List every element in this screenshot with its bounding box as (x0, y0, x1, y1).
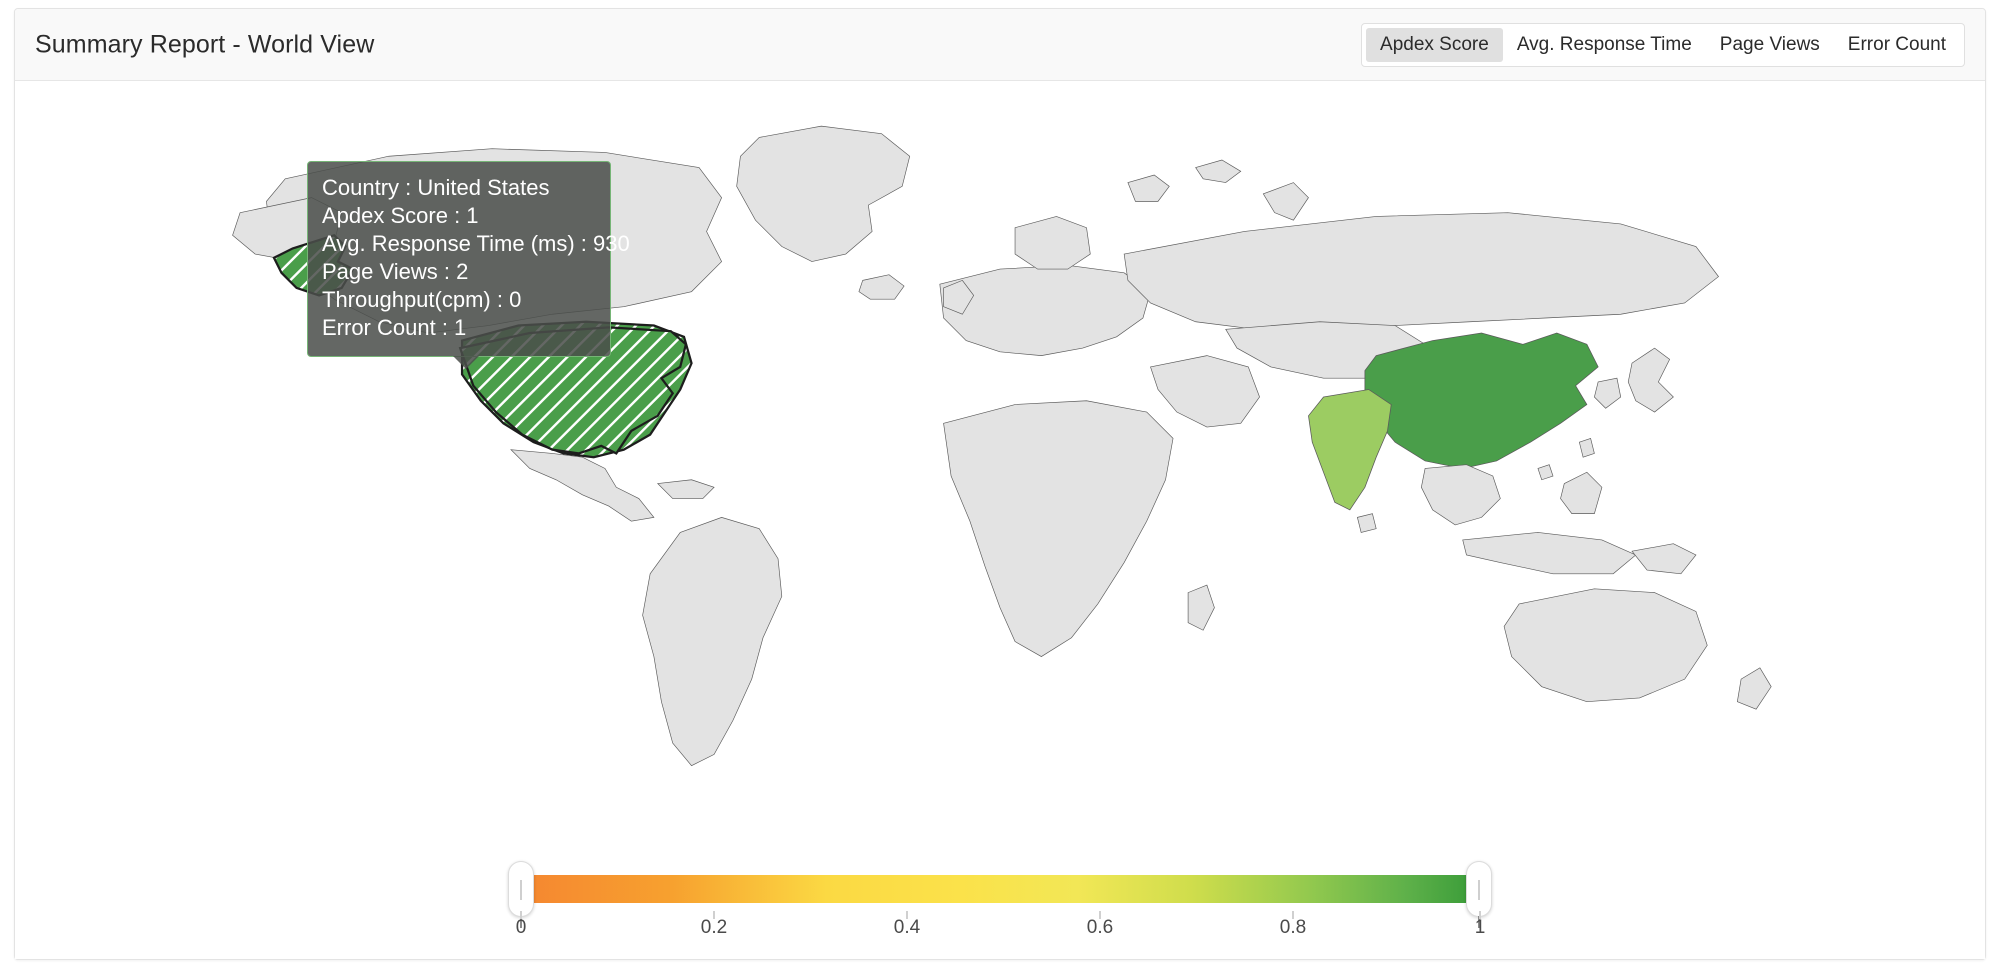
summary-report-panel: Summary Report - World View Apdex Score … (14, 8, 1986, 960)
country-new-zealand[interactable] (1737, 668, 1771, 709)
country-taiwan[interactable] (1579, 438, 1594, 457)
region-caribbean[interactable] (658, 480, 714, 499)
region-korea[interactable] (1594, 378, 1620, 408)
country-madagascar[interactable] (1188, 585, 1214, 630)
country-iceland[interactable] (859, 275, 904, 299)
world-map-svg[interactable] (15, 81, 1985, 871)
legend-inner: 0 0.2 0.4 0.6 0.8 1 (508, 861, 1492, 931)
map-area: Country : United States Apdex Score : 1 … (15, 81, 1985, 959)
country-australia[interactable] (1504, 589, 1707, 702)
page-title: Summary Report - World View (35, 30, 374, 59)
country-japan[interactable] (1628, 348, 1673, 412)
country-indonesia[interactable] (1463, 532, 1636, 573)
legend-gradient-bar[interactable] (518, 875, 1482, 903)
tab-avg-response-time[interactable]: Avg. Response Time (1503, 28, 1706, 62)
color-scale-legend: 0 0.2 0.4 0.6 0.8 1 (15, 861, 1985, 931)
world-map[interactable] (15, 81, 1985, 871)
legend-label-0-2: 0.2 (701, 917, 727, 939)
metric-tab-group: Apdex Score Avg. Response Time Page View… (1361, 23, 1965, 67)
country-india[interactable] (1308, 389, 1391, 509)
legend-max-handle[interactable] (1466, 861, 1492, 917)
region-arctic-islands[interactable] (1196, 160, 1241, 183)
country-china[interactable] (1365, 333, 1598, 468)
island-hainan[interactable] (1538, 465, 1553, 480)
region-southeast-asia[interactable] (1421, 465, 1500, 525)
continent-africa[interactable] (944, 401, 1173, 657)
tab-apdex-score[interactable]: Apdex Score (1366, 28, 1503, 62)
legend-label-1: 1 (1475, 917, 1486, 939)
legend-label-0: 0 (516, 917, 527, 939)
region-svalbard[interactable] (1128, 175, 1169, 201)
legend-label-0-8: 0.8 (1280, 917, 1306, 939)
country-united-states-mainland[interactable] (460, 327, 686, 453)
country-papua-new-guinea[interactable] (1632, 544, 1696, 574)
region-middle-east[interactable] (1150, 356, 1259, 427)
country-greenland[interactable] (737, 126, 910, 261)
legend-label-0-4: 0.4 (894, 917, 920, 939)
country-sri-lanka[interactable] (1357, 514, 1376, 533)
tab-error-count[interactable]: Error Count (1834, 28, 1960, 62)
countries-layer (233, 126, 1772, 766)
country-mexico[interactable] (511, 450, 654, 521)
country-philippines[interactable] (1561, 472, 1602, 513)
legend-min-handle[interactable] (508, 861, 534, 917)
continent-south-america[interactable] (643, 517, 782, 765)
continent-europe[interactable] (940, 265, 1151, 355)
region-novaya-zemlya[interactable] (1263, 183, 1308, 221)
panel-header: Summary Report - World View Apdex Score … (15, 9, 1985, 81)
legend-label-0-6: 0.6 (1087, 917, 1113, 939)
country-russia[interactable] (1124, 213, 1718, 330)
tab-page-views[interactable]: Page Views (1706, 28, 1834, 62)
region-scandinavia[interactable] (1015, 216, 1090, 269)
